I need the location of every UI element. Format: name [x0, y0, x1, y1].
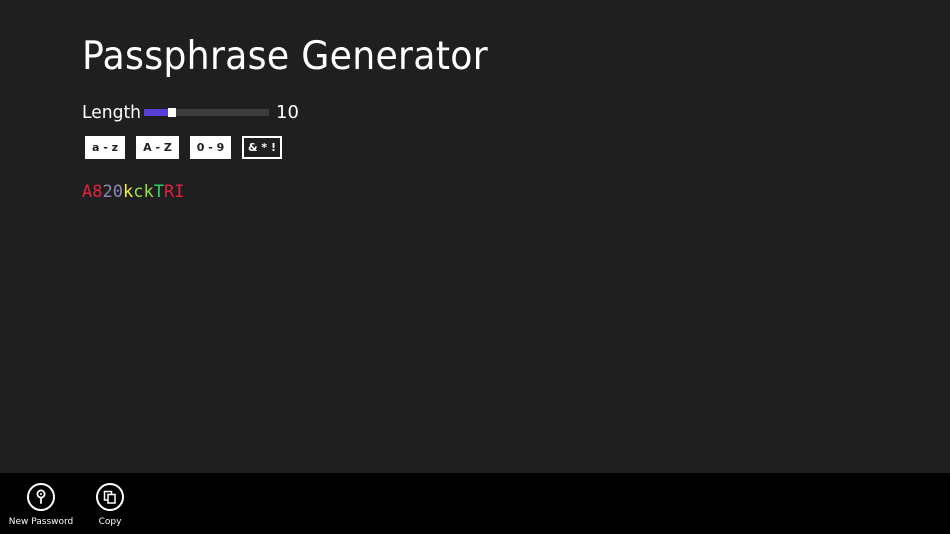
length-slider-thumb[interactable]	[167, 107, 176, 117]
length-value: 10	[276, 101, 299, 123]
page-title: Passphrase Generator	[82, 34, 488, 79]
password-char: I	[174, 182, 185, 202]
password-char: c	[133, 182, 144, 202]
password-char: k	[143, 182, 154, 202]
key-icon	[27, 483, 55, 511]
password-char: 8	[92, 182, 103, 202]
password-char: R	[164, 182, 175, 202]
charset-toggles: a - z A - Z 0 - 9 & * !	[85, 136, 282, 159]
app-window: Passphrase Generator Length 10 a - z A -…	[0, 0, 950, 534]
password-char: A	[82, 182, 93, 202]
new-password-button[interactable]: New Password	[1, 483, 81, 527]
generated-password: A820kckTRI	[82, 182, 185, 202]
password-char: T	[153, 182, 164, 202]
uppercase-toggle[interactable]: A - Z	[136, 136, 179, 159]
length-row: Length 10	[82, 100, 299, 124]
password-char: 2	[102, 182, 113, 202]
length-slider[interactable]	[144, 107, 269, 117]
app-bar: New Password Copy	[0, 473, 950, 534]
length-label: Length	[82, 101, 141, 123]
new-password-label: New Password	[8, 517, 74, 527]
length-slider-fill	[144, 108, 168, 116]
symbols-toggle[interactable]: & * !	[242, 136, 282, 159]
copy-label: Copy	[98, 517, 122, 527]
copy-button[interactable]: Copy	[70, 483, 150, 527]
lowercase-toggle[interactable]: a - z	[85, 136, 125, 159]
password-char: k	[123, 182, 134, 202]
password-char: 0	[112, 182, 123, 202]
copy-icon	[96, 483, 124, 511]
digits-toggle[interactable]: 0 - 9	[190, 136, 231, 159]
